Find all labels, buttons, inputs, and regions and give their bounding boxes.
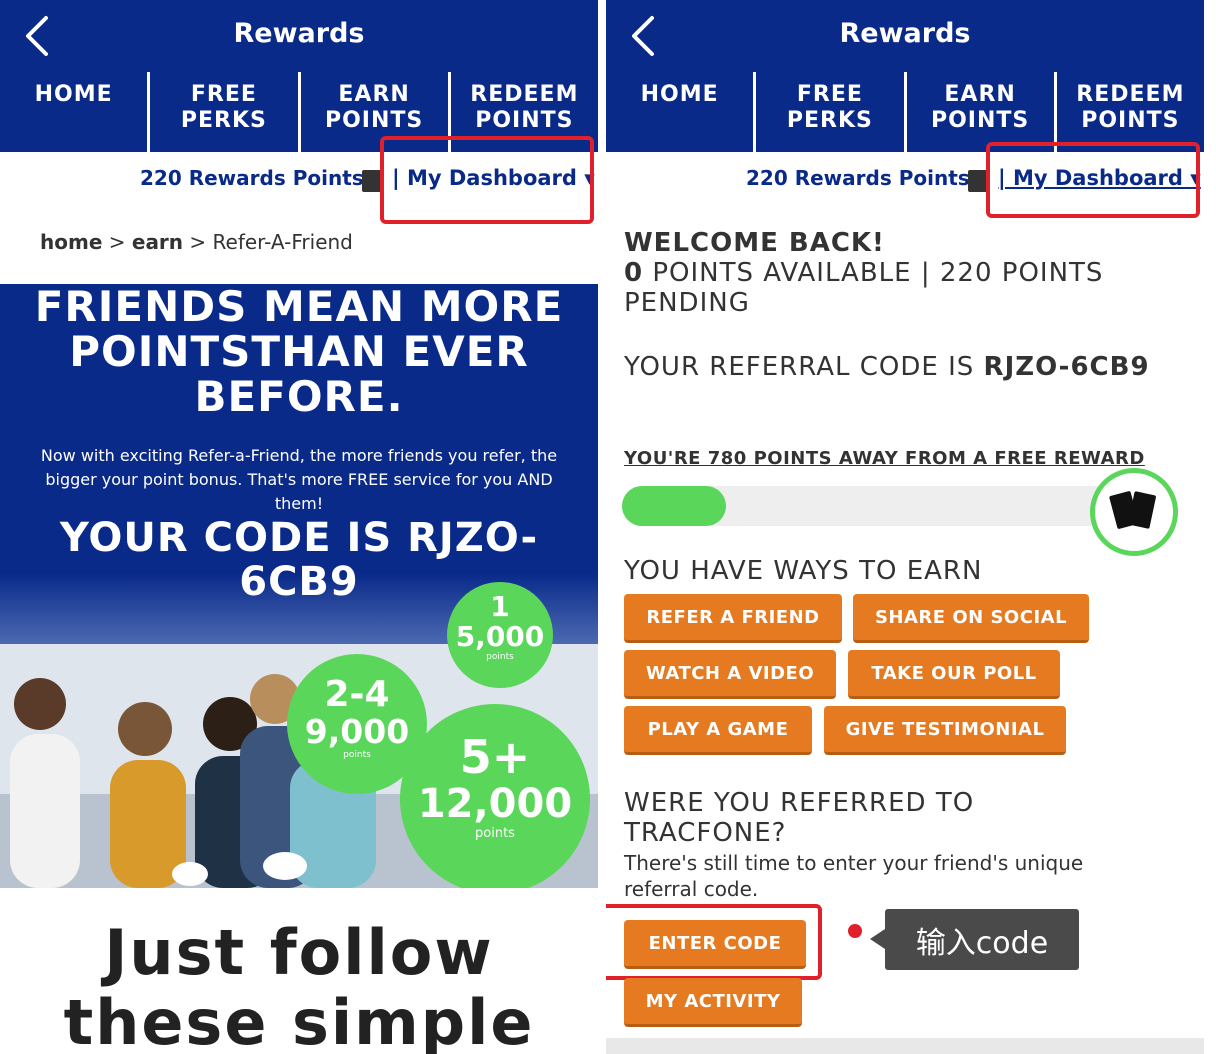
breadcrumb-separator: > [189, 230, 207, 254]
nav-bar: HOME FREE PERKS EARN POINTS REDEEM POINTS [606, 72, 1204, 152]
referral-code: RJZO-6CB9 [983, 352, 1150, 382]
points-away-text: YOU'RE 780 POINTS AWAY FROM A FREE REWAR… [624, 448, 1145, 469]
nav-earn-points[interactable]: EARN POINTS [903, 72, 1054, 152]
hero-heading: FRIENDS MEAN MORE POINTSTHAN EVER BEFORE… [0, 284, 598, 419]
points-available-number: 0 [624, 258, 644, 288]
nav-free-label: FREE [796, 82, 863, 107]
annotation-tooltip: 输入code [885, 909, 1079, 970]
bubble-5-plus-friends: 5+ 12,000 points [400, 704, 590, 888]
code-line: YOUR CODE IS RJZO- [59, 515, 539, 561]
ways-to-earn-heading: YOU HAVE WAYS TO EARN [624, 556, 983, 586]
rewards-points-count: 220 Rewards Points [746, 166, 970, 190]
bubble-1-friend: 1 5,000 points [447, 582, 553, 688]
breadcrumb-separator: > [108, 230, 126, 254]
breadcrumb-current: Refer-A-Friend [212, 230, 353, 254]
nav-free-perks[interactable]: FREE PERKS [147, 72, 297, 152]
refer-hero-banner: FRIENDS MEAN MORE POINTSTHAN EVER BEFORE… [0, 284, 598, 888]
reward-progress-bar [622, 486, 1170, 526]
bubble-unit: points [486, 652, 514, 662]
nav-points-label: POINTS [1081, 108, 1180, 133]
nav-home[interactable]: HOME [0, 72, 147, 152]
annotation-dot [848, 924, 862, 938]
breadcrumb-earn[interactable]: earn [132, 230, 183, 254]
hero-heading-line: BEFORE. [194, 372, 404, 421]
highlight-box-dashboard [380, 136, 594, 224]
points-status: 0 POINTS AVAILABLE | 220 POINTS PENDING [624, 258, 1186, 318]
watch-a-video-button[interactable]: WATCH A VIDEO [624, 650, 836, 699]
dashboard-summary: WELCOME BACK! 0 POINTS AVAILABLE | 220 P… [624, 228, 1186, 382]
give-testimonial-button[interactable]: GIVE TESTIMONIAL [824, 706, 1066, 755]
reward-cards-icon [1090, 468, 1178, 556]
play-a-game-button[interactable]: PLAY A GAME [624, 706, 812, 755]
app-header: Rewards [0, 0, 598, 72]
nav-free-label: FREE [190, 82, 257, 107]
nav-redeem-points[interactable]: REDEEM POINTS [1053, 72, 1204, 152]
steps-heading-line: Just follow [104, 916, 494, 989]
nav-points-label: POINTS [930, 108, 1030, 133]
referred-description: There's still time to enter your friend'… [624, 851, 1084, 901]
highlight-box-enter-code [606, 904, 822, 980]
hero-heading-line: FRIENDS MEAN MORE [34, 284, 564, 331]
tooltip-arrow [870, 929, 885, 949]
hero-description: Now with exciting Refer-a-Friend, the mo… [40, 446, 558, 513]
bubble-count: 1 [490, 590, 510, 623]
nav-earn-label: EARN [338, 82, 410, 107]
app-header: Rewards [606, 0, 1204, 72]
hero-heading-line: POINTSTHAN EVER [69, 327, 529, 376]
nav-home-label: HOME [640, 82, 719, 107]
breadcrumb-home[interactable]: home [40, 230, 102, 254]
points-status-text: POINTS AVAILABLE | 220 POINTS PENDING [624, 258, 1104, 318]
bubble-unit: points [475, 826, 515, 841]
nav-earn-label: EARN [944, 82, 1016, 107]
nav-redeem-label: REDEEM [1076, 82, 1185, 107]
page-title: Rewards [839, 18, 971, 49]
referral-code-line: YOUR REFERRAL CODE IS RJZO-6CB9 [624, 352, 1186, 382]
bubble-count: 5+ [459, 730, 531, 784]
highlight-box-dashboard [986, 142, 1200, 218]
breadcrumb: home > earn > Refer-A-Friend [40, 230, 353, 254]
bottom-divider [606, 1038, 1204, 1054]
take-our-poll-button[interactable]: TAKE OUR POLL [848, 650, 1060, 699]
steps-heading: Just follow these simple [0, 918, 598, 1054]
page-title: Rewards [233, 18, 365, 49]
referred-heading: WERE YOU REFERRED TO TRACFONE? [624, 788, 975, 848]
rewards-points-count: 220 Rewards Points [140, 166, 364, 190]
nav-redeem-label: REDEEM [470, 82, 579, 107]
nav-free-perks[interactable]: FREE PERKS [753, 72, 903, 152]
cards-icon [1109, 491, 1156, 529]
progress-fill [622, 486, 727, 526]
bubble-points: 5,000 [455, 620, 545, 653]
share-on-social-button[interactable]: SHARE ON SOCIAL [853, 594, 1089, 643]
left-screen: Rewards HOME FREE PERKS EARN POINTS REDEEM… [0, 0, 598, 1054]
nav-home-label: HOME [34, 82, 113, 107]
referral-prefix: YOUR REFERRAL CODE IS [624, 352, 975, 382]
nav-perks-label: PERKS [786, 108, 873, 133]
bubble-points: 12,000 [417, 781, 573, 827]
nav-perks-label: PERKS [180, 108, 267, 133]
nav-points-label: POINTS [324, 108, 424, 133]
refer-a-friend-button[interactable]: REFER A FRIEND [624, 594, 842, 643]
nav-points-label: POINTS [475, 108, 574, 133]
bubble-count: 2-4 [324, 674, 390, 715]
my-activity-button[interactable]: MY ACTIVITY [624, 978, 802, 1027]
nav-home[interactable]: HOME [606, 72, 753, 152]
welcome-heading: WELCOME BACK! [624, 228, 885, 258]
steps-heading-line: these simple [63, 986, 535, 1054]
right-screen: Rewards HOME FREE PERKS EARN POINTS REDEEM… [606, 0, 1204, 1054]
